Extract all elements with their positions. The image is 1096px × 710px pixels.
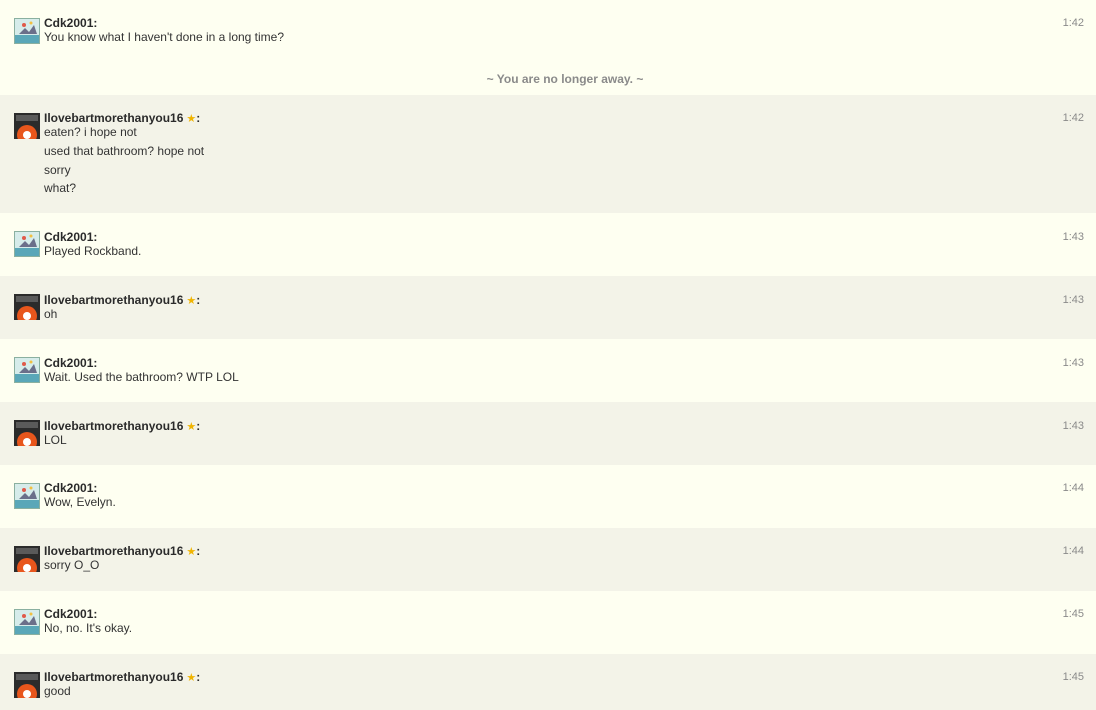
chat-log: Cdk2001: You know what I haven't done in… bbox=[0, 0, 1096, 710]
message-text: what? bbox=[44, 181, 77, 195]
message-text: LOL bbox=[44, 433, 67, 447]
timestamp: 1:43 bbox=[1062, 294, 1084, 306]
message-row: Ilovebartmorethanyou16 ★: LOL 1:43 bbox=[0, 402, 1096, 465]
timestamp: 1:44 bbox=[1062, 482, 1084, 494]
timestamp: 1:45 bbox=[1062, 608, 1084, 620]
timestamp: 1:44 bbox=[1062, 545, 1084, 557]
star-icon: ★ bbox=[186, 672, 197, 684]
sender-label: Cdk2001 bbox=[44, 356, 94, 370]
message-row: Ilovebartmorethanyou16 ★: oh 1:43 bbox=[0, 276, 1096, 339]
sender-label: Ilovebartmorethanyou16 bbox=[44, 544, 184, 558]
sender-label: Ilovebartmorethanyou16 bbox=[44, 419, 184, 433]
message-text: eaten? i hope not bbox=[44, 125, 137, 139]
sender-name[interactable]: Cdk2001: bbox=[44, 481, 97, 495]
message-text: oh bbox=[44, 307, 58, 321]
message-text: used that bathroom? hope not bbox=[44, 144, 205, 158]
message-row: Ilovebartmorethanyou16 ★: sorry O_O 1:44 bbox=[0, 528, 1096, 591]
message-text: Wait. Used the bathroom? WTP LOL bbox=[44, 370, 239, 384]
sender-name[interactable]: Cdk2001: bbox=[44, 230, 97, 244]
user-avatar[interactable] bbox=[14, 357, 40, 383]
sender-name[interactable]: Cdk2001: bbox=[44, 356, 97, 370]
message-text: You know what I haven't done in a long t… bbox=[44, 30, 285, 44]
user-avatar[interactable] bbox=[14, 113, 40, 139]
user-avatar[interactable] bbox=[14, 18, 40, 44]
message-row: Cdk2001: Played Rockband. 1:43 bbox=[0, 213, 1096, 276]
message-text: Played Rockband. bbox=[44, 244, 142, 258]
timestamp: 1:43 bbox=[1062, 357, 1084, 369]
message-row: Ilovebartmorethanyou16 ★: good 1:45 bbox=[0, 654, 1096, 710]
timestamp: 1:43 bbox=[1062, 231, 1084, 243]
sender-name[interactable]: Ilovebartmorethanyou16 ★: bbox=[44, 111, 200, 126]
sender-label: Cdk2001 bbox=[44, 16, 94, 30]
sender-name[interactable]: Ilovebartmorethanyou16 ★: bbox=[44, 670, 200, 685]
user-avatar[interactable] bbox=[14, 546, 40, 572]
sender-name[interactable]: Cdk2001: bbox=[44, 607, 97, 621]
user-avatar[interactable] bbox=[14, 483, 40, 509]
sender-label: Cdk2001 bbox=[44, 481, 94, 495]
timestamp: 1:43 bbox=[1062, 420, 1084, 432]
message-text: good bbox=[44, 684, 71, 698]
sender-label: Cdk2001 bbox=[44, 230, 94, 244]
star-icon: ★ bbox=[186, 421, 197, 433]
message-text: sorry O_O bbox=[44, 558, 100, 572]
sender-name[interactable]: Ilovebartmorethanyou16 ★: bbox=[44, 544, 200, 559]
message-text: sorry bbox=[44, 163, 71, 177]
star-icon: ★ bbox=[186, 113, 197, 125]
star-icon: ★ bbox=[186, 546, 197, 558]
star-icon: ★ bbox=[186, 295, 197, 307]
user-avatar[interactable] bbox=[14, 609, 40, 635]
message-row: Cdk2001: You know what I haven't done in… bbox=[0, 0, 1096, 62]
user-avatar[interactable] bbox=[14, 294, 40, 320]
user-avatar[interactable] bbox=[14, 420, 40, 446]
message-row: Ilovebartmorethanyou16 ★: eaten? i hope n… bbox=[0, 95, 1096, 213]
timestamp: 1:42 bbox=[1062, 17, 1084, 29]
message-row: Cdk2001: Wow, Evelyn. 1:44 bbox=[0, 465, 1096, 528]
status-notice: ~ You are no longer away. ~ bbox=[0, 72, 1096, 86]
sender-label: Ilovebartmorethanyou16 bbox=[44, 111, 184, 125]
user-avatar[interactable] bbox=[14, 672, 40, 698]
timestamp: 1:42 bbox=[1062, 112, 1084, 124]
sender-label: Ilovebartmorethanyou16 bbox=[44, 293, 184, 307]
sender-label: Ilovebartmorethanyou16 bbox=[44, 670, 184, 684]
sender-name[interactable]: Ilovebartmorethanyou16 ★: bbox=[44, 419, 200, 434]
sender-label: Cdk2001 bbox=[44, 607, 94, 621]
message-text: No, no. It's okay. bbox=[44, 621, 133, 635]
user-avatar[interactable] bbox=[14, 231, 40, 257]
message-row: Cdk2001: Wait. Used the bathroom? WTP LO… bbox=[0, 339, 1096, 402]
timestamp: 1:45 bbox=[1062, 671, 1084, 683]
message-text: Wow, Evelyn. bbox=[44, 495, 116, 509]
sender-name[interactable]: Cdk2001: bbox=[44, 16, 97, 30]
message-row: Cdk2001: No, no. It's okay. 1:45 bbox=[0, 591, 1096, 654]
status-notice-text: ~ You are no longer away. ~ bbox=[486, 72, 644, 86]
sender-name[interactable]: Ilovebartmorethanyou16 ★: bbox=[44, 293, 200, 308]
